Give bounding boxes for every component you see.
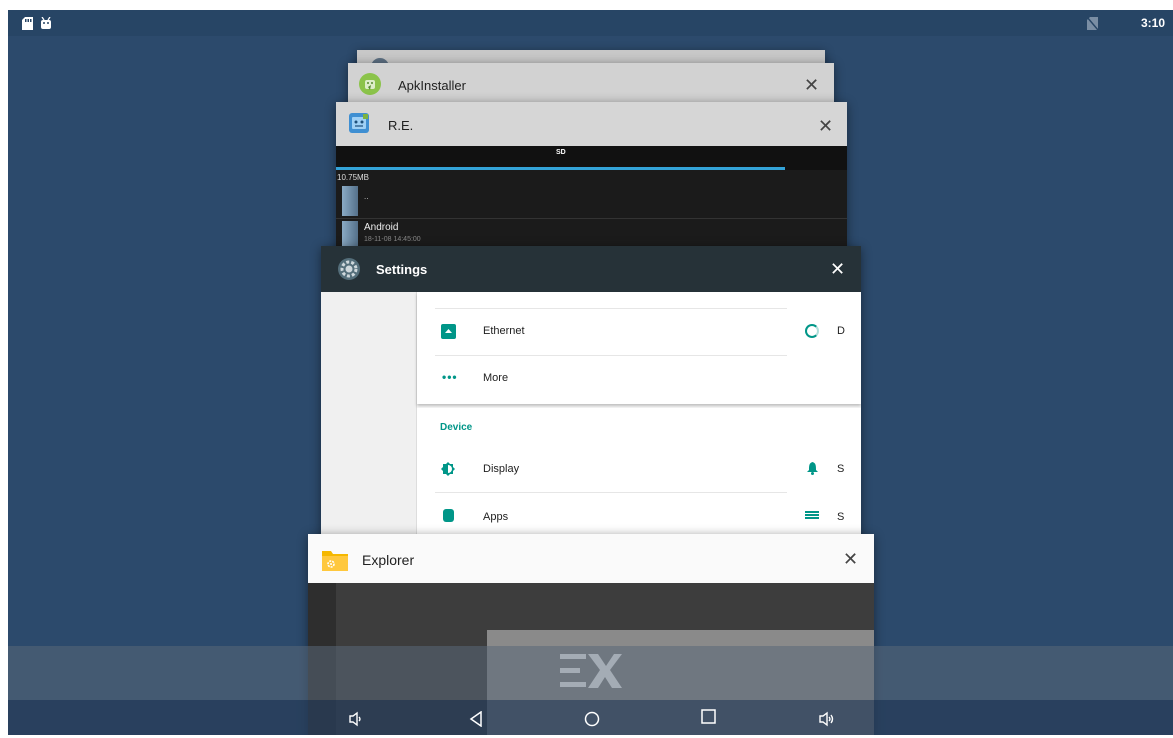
android-icon xyxy=(40,16,52,33)
settings-item-sound[interactable]: S xyxy=(803,446,861,492)
recent-card-re[interactable]: R.E. ✕ SD 10.75MB .. Android 18-11-08 14… xyxy=(336,102,847,262)
card-title: R.E. xyxy=(388,118,414,133)
folder-icon xyxy=(342,186,358,216)
close-icon[interactable]: ✕ xyxy=(804,76,819,94)
re-tab-bar: SD xyxy=(336,146,847,170)
brightness-icon xyxy=(441,462,455,481)
re-tab-indicator xyxy=(336,167,785,170)
settings-item-label-partial: D xyxy=(837,325,845,337)
nav-overlay xyxy=(8,646,1173,700)
recent-card-settings[interactable]: Settings ✕ Ethernet ••• More D Device Di… xyxy=(321,246,861,546)
re-tab-sd[interactable]: SD xyxy=(556,149,566,156)
clock: 3:10 xyxy=(1140,16,1165,30)
screen-border-left xyxy=(0,0,8,738)
section-header: Device xyxy=(440,422,473,433)
settings-item-storage[interactable]: S xyxy=(803,493,861,539)
settings-item-label: More xyxy=(483,372,509,384)
storage-icon xyxy=(805,511,819,520)
settings-panel-device: Device Display Apps S S xyxy=(417,408,861,546)
status-bar: 3:10 xyxy=(8,10,1173,36)
recents-icon[interactable] xyxy=(701,709,716,727)
close-icon[interactable]: ✕ xyxy=(818,117,833,135)
settings-item-apps[interactable]: Apps xyxy=(435,493,787,539)
volume-down-icon[interactable] xyxy=(348,711,364,730)
sd-card-icon xyxy=(22,17,33,33)
root-explorer-icon xyxy=(348,112,370,139)
android-apps-icon xyxy=(443,509,454,522)
data-usage-icon xyxy=(805,324,819,338)
close-icon[interactable]: ✕ xyxy=(843,550,858,568)
settings-item-label: Ethernet xyxy=(483,325,525,337)
file-date: 18-11-08 14:45:00 xyxy=(364,236,421,243)
settings-item-label: Display xyxy=(483,463,520,475)
settings-panel-wireless: Ethernet ••• More D xyxy=(417,292,861,404)
settings-sidebar xyxy=(321,292,417,546)
no-sim-icon xyxy=(1086,16,1099,33)
bell-icon xyxy=(807,462,818,480)
file-name: .. xyxy=(364,192,369,201)
home-icon[interactable] xyxy=(584,711,600,730)
close-icon[interactable]: ✕ xyxy=(830,260,845,278)
settings-item-label-partial: S xyxy=(837,463,845,475)
card-title: Settings xyxy=(376,262,428,277)
settings-item-label-partial: S xyxy=(837,511,845,523)
settings-item-display[interactable]: Display xyxy=(435,446,787,493)
navigation-bar xyxy=(8,646,1173,735)
back-icon[interactable] xyxy=(469,710,483,730)
file-row[interactable]: .. xyxy=(336,184,847,219)
re-free-size: 10.75MB xyxy=(337,173,370,182)
ethernet-icon xyxy=(441,324,456,339)
more-dots-icon: ••• xyxy=(442,370,458,384)
settings-item-ethernet[interactable]: Ethernet xyxy=(435,309,787,356)
settings-item-data-usage[interactable]: D xyxy=(803,309,861,355)
card-title: Explorer xyxy=(362,552,415,568)
settings-gear-icon xyxy=(337,257,361,286)
file-name: Android xyxy=(364,222,399,233)
folder-gear-icon xyxy=(322,547,348,576)
card-title: ApkInstaller xyxy=(398,78,466,93)
settings-item-label: Apps xyxy=(483,511,509,523)
volume-up-icon[interactable] xyxy=(818,711,836,730)
settings-item-more[interactable]: ••• More xyxy=(435,356,787,402)
android-icon xyxy=(359,73,381,100)
screen-border-top xyxy=(0,0,1173,10)
